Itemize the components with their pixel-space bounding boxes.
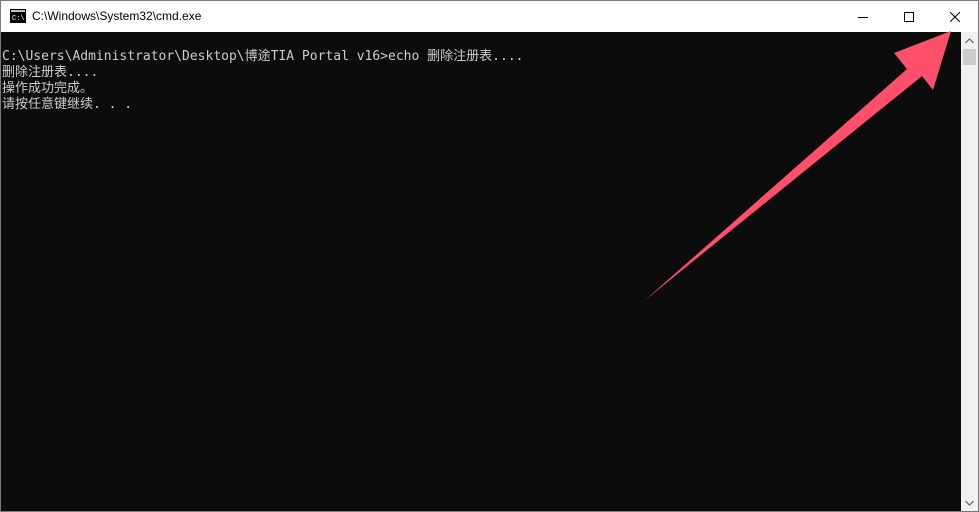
console-line: 删除注册表.... <box>2 65 99 80</box>
vertical-scrollbar[interactable] <box>961 32 978 511</box>
minimize-button[interactable] <box>840 1 886 32</box>
maximize-button[interactable] <box>886 1 932 32</box>
console-line: C:\Users\Administrator\Desktop\博途TIA Por… <box>2 49 524 64</box>
console-output[interactable]: C:\Users\Administrator\Desktop\博途TIA Por… <box>1 32 961 511</box>
minimize-icon <box>858 16 868 18</box>
close-button[interactable] <box>932 1 978 32</box>
maximize-icon <box>904 11 914 22</box>
svg-text:C:\: C:\ <box>12 15 25 23</box>
window-title: C:\Windows\System32\cmd.exe <box>32 9 202 23</box>
cmd-window: C:\ C:\Windows\System32\cmd.exe C:\Users… <box>0 0 979 512</box>
title-bar[interactable]: C:\ C:\Windows\System32\cmd.exe <box>1 1 978 32</box>
console-line: 请按任意键继续. . . <box>2 97 133 112</box>
chevron-down-icon <box>965 500 974 506</box>
chevron-up-icon <box>965 37 974 43</box>
close-icon <box>950 11 960 22</box>
console-line: 操作成功完成。 <box>2 81 94 96</box>
scroll-thumb[interactable] <box>963 49 976 65</box>
cmd-icon[interactable]: C:\ <box>10 9 26 23</box>
scroll-down-button[interactable] <box>961 494 978 511</box>
scroll-up-button[interactable] <box>961 32 978 49</box>
